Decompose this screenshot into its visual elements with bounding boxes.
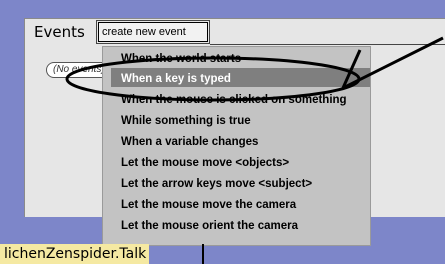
object-name-label: lichenZenspider.Talk bbox=[0, 244, 150, 264]
object-label-divider bbox=[202, 244, 204, 264]
menu-item-while-true[interactable]: While something is true bbox=[121, 111, 366, 132]
menu-item-when-mouse-clicked[interactable]: When the mouse is clicked on something bbox=[121, 90, 366, 111]
menu-item-mouse-move-objects[interactable]: Let the mouse move <objects> bbox=[121, 153, 366, 174]
menu-item-mouse-move-camera[interactable]: Let the mouse move the camera bbox=[121, 195, 366, 216]
events-title: Events bbox=[34, 23, 85, 41]
menu-item-when-key-typed[interactable]: When a key is typed bbox=[121, 69, 366, 90]
menu-item-mouse-orient-camera[interactable]: Let the mouse orient the camera bbox=[121, 216, 366, 237]
events-divider bbox=[210, 44, 445, 45]
menu-item-when-world-starts[interactable]: When the world starts bbox=[121, 49, 366, 70]
menu-item-arrow-keys-move[interactable]: Let the arrow keys move <subject> bbox=[121, 174, 366, 195]
menu-item-when-variable-changes[interactable]: When a variable changes bbox=[121, 132, 366, 153]
event-type-menu: When the world starts When a key is type… bbox=[102, 46, 371, 246]
create-new-event-button[interactable]: create new event bbox=[96, 20, 210, 44]
